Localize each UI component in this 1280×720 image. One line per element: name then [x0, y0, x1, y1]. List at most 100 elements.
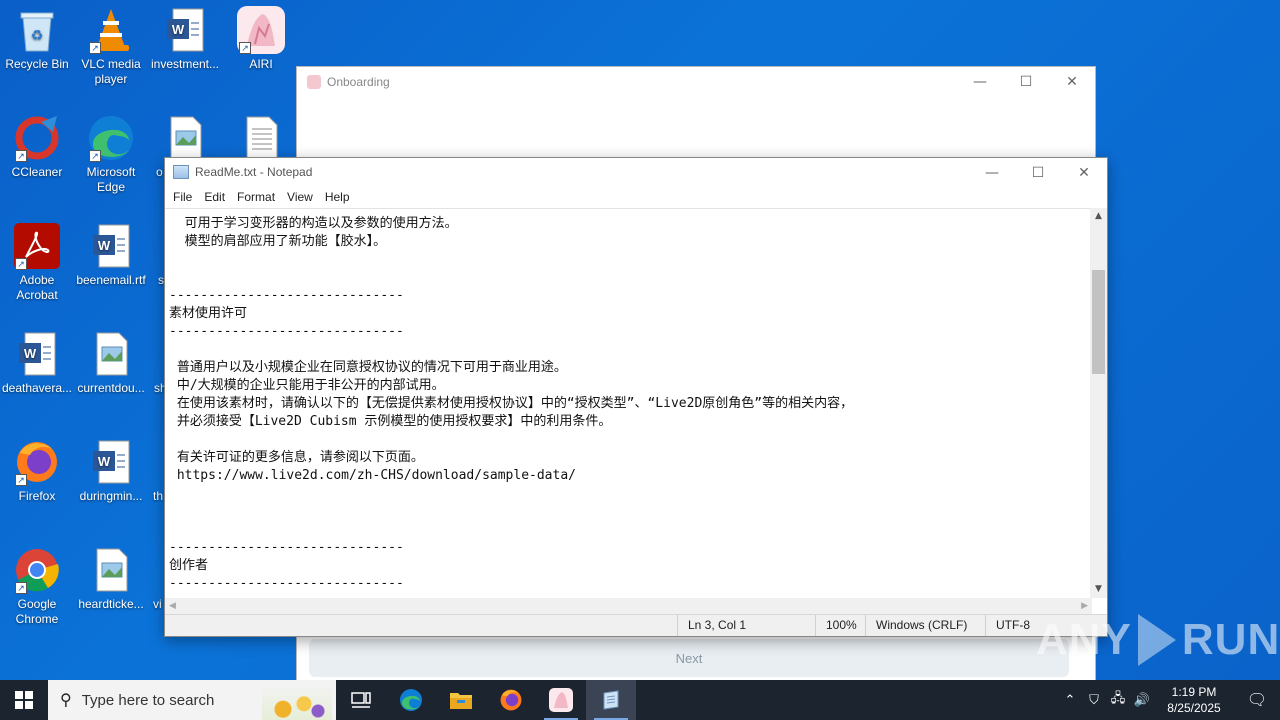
desktop-icon-label: AIRI [249, 57, 273, 71]
text-line: ------------------------------ [169, 288, 404, 303]
desktop-icon-ccleaner[interactable]: ↗ CCleaner [0, 114, 74, 180]
search-icon: ⚲ [60, 692, 72, 709]
text-line: 在使用该素材时，请确认以下的【无偿提供素材使用授权协议】中的“授权类型”、“Li… [169, 396, 854, 411]
scroll-up-icon[interactable]: ▲ [1090, 208, 1107, 225]
image-file-icon [161, 114, 209, 162]
airi-icon: ↗ [237, 6, 285, 54]
edge-icon [400, 689, 422, 711]
desktop-icon-vlc[interactable]: ↗ VLC media player [74, 6, 148, 87]
taskbar-notepad[interactable] [586, 680, 636, 720]
text-line [169, 503, 1092, 521]
desktop-icon-label: VLC media player [81, 57, 141, 86]
clock[interactable]: 1:19 PM 8/25/2025 [1154, 684, 1234, 716]
notepad-titlebar[interactable]: ReadMe.txt - Notepad [165, 158, 1107, 186]
scroll-left-icon[interactable]: ◀ [169, 601, 176, 611]
desktop-icon-currentdou[interactable]: currentdou... [74, 330, 148, 396]
desktop-icon-label: deathavera... [1, 381, 73, 395]
notepad-window[interactable]: ReadMe.txt - Notepad — ☐ ✕ File Edit For… [164, 157, 1108, 637]
desktop-icon-label: currentdou... [77, 381, 145, 395]
text-line [169, 341, 1092, 359]
next-button[interactable]: Next [309, 639, 1069, 677]
shortcut-arrow-icon: ↗ [239, 42, 251, 54]
desktop-icon-recycle-bin[interactable]: ♻ Recycle Bin [0, 6, 74, 72]
ccleaner-icon: ↗ [13, 114, 61, 162]
vertical-scrollbar[interactable]: ▲ ▼ [1090, 208, 1107, 598]
onboarding-title: Onboarding [327, 75, 390, 89]
maximize-icon[interactable]: ☐ [1015, 158, 1061, 188]
notepad-icon [173, 165, 189, 179]
text-file-icon [237, 114, 285, 162]
word-doc-icon: W [161, 6, 209, 54]
menu-format[interactable]: Format [231, 190, 281, 204]
desktop-icon-airi[interactable]: ↗ AIRI [224, 6, 298, 72]
menu-help[interactable]: Help [319, 190, 356, 204]
minimize-icon[interactable]: — [957, 67, 1003, 97]
desktop-icon-deathavera[interactable]: W deathavera... [0, 330, 74, 396]
volume-icon[interactable]: 🔊 [1130, 692, 1154, 708]
minimize-icon[interactable]: — [969, 158, 1015, 188]
text-editor-area[interactable]: 可用于学习变形器的构造以及参数的使用方法。 模型的肩部应用了新功能【胶水】。 --… [165, 208, 1092, 598]
menu-file[interactable]: File [167, 190, 198, 204]
desktop-icon-investment[interactable]: W investment... [148, 6, 222, 72]
taskbar-edge[interactable] [386, 680, 436, 720]
shortcut-arrow-icon: ↗ [15, 474, 27, 486]
text-line: ------------------------------ [169, 324, 404, 339]
text-line [169, 251, 1092, 269]
text-line [169, 269, 1092, 287]
scroll-down-icon[interactable]: ▼ [1090, 581, 1107, 598]
watermark-text-right: RUN [1181, 615, 1280, 664]
task-view-button[interactable] [336, 680, 386, 720]
status-bar: Ln 3, Col 1 100% Windows (CRLF) UTF-8 [165, 614, 1107, 636]
network-icon[interactable]: 🖧 [1106, 689, 1130, 711]
windows-logo-icon [15, 691, 33, 709]
desktop-icon-label: Firefox [18, 489, 56, 503]
recycle-bin-icon: ♻ [13, 6, 61, 54]
taskbar-firefox[interactable] [486, 680, 536, 720]
text-line: 素材使用许可 [169, 306, 248, 321]
text-line: 模型的肩部应用了新功能【胶水】。 [169, 234, 387, 249]
text-line: 创作者 [169, 558, 209, 573]
desktop-icon-adobe-acrobat[interactable]: ↗ Adobe Acrobat [0, 222, 74, 303]
taskbar-search-box[interactable]: ⚲ Type here to search [48, 680, 336, 720]
firefox-icon [500, 689, 522, 711]
airi-icon [549, 688, 573, 712]
desktop-icon-duringmin[interactable]: W duringmin... [74, 438, 148, 504]
onboarding-window-controls: — ☐ ✕ [957, 67, 1095, 97]
desktop-icon-label: Recycle Bin [5, 57, 69, 71]
chevron-up-icon[interactable]: ⌃ [1058, 692, 1082, 708]
firefox-icon: ↗ [13, 438, 61, 486]
notification-icon[interactable]: 🗨 [1234, 690, 1280, 710]
close-icon[interactable]: ✕ [1061, 158, 1107, 188]
maximize-icon[interactable]: ☐ [1003, 67, 1049, 97]
text-line: ------------------------------ [169, 576, 404, 591]
anyrun-watermark: ANY RUN [1036, 606, 1279, 674]
desktop-icon-firefox[interactable]: ↗ Firefox [0, 438, 74, 504]
desktop-icon-label: investment... [150, 57, 220, 71]
horizontal-scrollbar[interactable]: ◀ ▶ [165, 598, 1092, 615]
menu-edit[interactable]: Edit [198, 190, 231, 204]
text-line [169, 485, 1092, 503]
security-icon[interactable]: ⛉ [1082, 692, 1106, 708]
desktop-icon-beenemail[interactable]: W beenemail.rtf [74, 222, 148, 288]
desktop-icon-heardticke[interactable]: heardticke... [74, 546, 148, 612]
text-line: 并必须接受【Live2D Cubism 示例模型的使用授权要求】中的利用条件。 [169, 414, 612, 429]
word-doc-icon: W [87, 222, 135, 270]
scrollbar-thumb[interactable] [1092, 270, 1105, 374]
taskbar-file-explorer[interactable] [436, 680, 486, 720]
text-line: 可用于学习变形器的构造以及参数的使用方法。 [169, 216, 458, 231]
svg-text:W: W [98, 454, 111, 469]
desktop-icon-label: Adobe Acrobat [16, 273, 58, 302]
cursor-position: Ln 3, Col 1 [677, 615, 817, 636]
clock-time: 1:19 PM [1171, 685, 1217, 699]
text-line: 中/大规模的企业只能用于非公开的内部试用。 [169, 378, 445, 393]
start-button[interactable] [0, 680, 48, 720]
close-icon[interactable]: ✕ [1049, 67, 1095, 97]
desktop-icon-microsoft-edge[interactable]: ↗ Microsoft Edge [74, 114, 148, 195]
taskbar-airi[interactable] [536, 680, 586, 720]
desktop-icon-label: duringmin... [79, 489, 143, 503]
menu-bar: File Edit Format View Help [165, 186, 1107, 208]
text-line: 有关许可证的更多信息，请参阅以下页面。 [169, 450, 424, 465]
menu-view[interactable]: View [281, 190, 319, 204]
text-line: 普通用户以及小规模企业在同意授权协议的情况下可用于商业用途。 [169, 360, 567, 375]
desktop-icon-google-chrome[interactable]: ↗ Google Chrome [0, 546, 74, 627]
